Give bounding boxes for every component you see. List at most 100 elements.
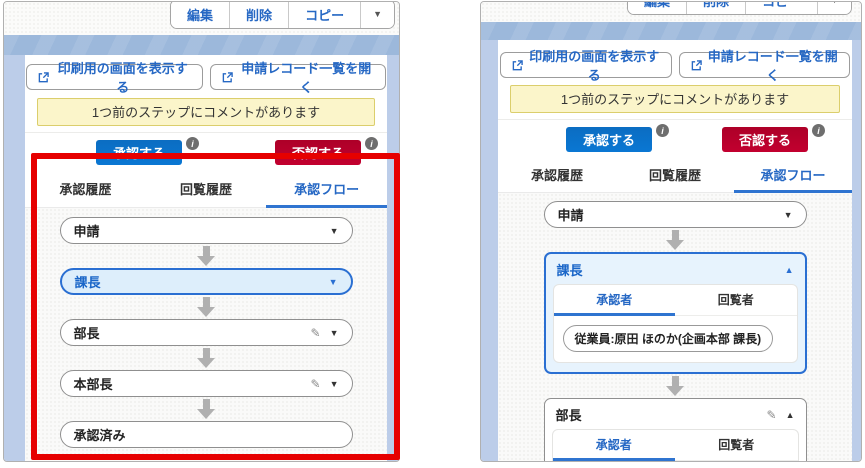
- comment-banner: 1つ前のステップにコメントがあります: [37, 98, 375, 126]
- tab-approvers[interactable]: 承認者: [552, 430, 676, 461]
- caret-up-icon[interactable]: ▲: [785, 265, 794, 275]
- flow-step-label: 部長: [73, 326, 100, 341]
- open-record-list-label: 申請レコード一覧を開く: [241, 61, 372, 95]
- reject-wrap: 否認する i: [722, 124, 826, 152]
- reject-button[interactable]: 否認する: [722, 127, 809, 152]
- print-view-label: 印刷用の画面を表示する: [529, 49, 660, 83]
- print-view-button[interactable]: 印刷用の画面を表示する: [500, 49, 672, 83]
- tab-approval-flow[interactable]: 承認フロー: [266, 171, 387, 208]
- tab-viewers[interactable]: 回覧者: [675, 285, 797, 315]
- flow-arrow-down: [25, 346, 387, 370]
- print-view-button[interactable]: 印刷用の画面を表示する: [26, 61, 203, 95]
- external-link-icon: [691, 59, 702, 70]
- info-icon[interactable]: i: [186, 137, 200, 150]
- pencil-icon[interactable]: ✎: [767, 408, 777, 422]
- step-header[interactable]: 部長 ✎ ▲: [545, 399, 806, 429]
- caret-down-icon: ▼: [830, 2, 839, 5]
- record-content-background: 印刷用の画面を表示する 申請レコード一覧を開く 1つ前のステップにコメントがあり…: [4, 55, 399, 461]
- record-panel-right: 編集 削除 コピー ▼ 印刷用の画面を表示する 申請レコード一覧を開く 1つ前の…: [480, 1, 862, 462]
- edit-button[interactable]: 編集: [628, 2, 687, 14]
- flow-step-section-chief[interactable]: 課長 ▼: [59, 268, 353, 295]
- flow-arrow-down: [25, 295, 387, 319]
- pencil-icon[interactable]: ✎: [311, 326, 321, 340]
- approval-flow-area: 申請 ▼ 課長 ▲ 承認者 回覧者 従業員:原田 ほのか(企画本部 課長) 部長…: [498, 193, 852, 462]
- record-content-background: 印刷用の画面を表示する 申請レコード一覧を開く 1つ前のステップにコメントがあり…: [481, 40, 861, 461]
- history-tabs: 承認履歴 回覧履歴 承認フロー: [25, 171, 387, 208]
- step-detail-card: 承認者 回覧者 従業員:竹下 友里(企画本部) 承認者設定: [551, 429, 799, 462]
- member-row: 従業員:原田 ほのか(企画本部 課長): [554, 316, 797, 362]
- copy-button[interactable]: コピー: [745, 2, 818, 14]
- flow-step-label: 申請: [557, 208, 584, 223]
- edit-button[interactable]: 編集: [171, 2, 230, 28]
- flow-arrow-down: [498, 374, 852, 398]
- external-link-icon: [512, 59, 523, 70]
- record-toolbar-group: 編集 削除 コピー ▼: [627, 2, 852, 15]
- pencil-icon[interactable]: ✎: [311, 377, 321, 391]
- flow-arrow-down: [25, 244, 387, 268]
- open-record-list-button[interactable]: 申請レコード一覧を開く: [209, 61, 386, 95]
- caret-down-icon: ▼: [329, 327, 339, 338]
- flow-step-department-manager[interactable]: 部長 ✎ ▼: [59, 319, 353, 346]
- approve-button[interactable]: 承認する: [566, 127, 653, 152]
- record-panel-left: 編集 削除 コピー ▼ 印刷用の画面を表示する 申請レコード一覧を開く 1つ前の…: [3, 1, 400, 462]
- tab-circulation-history[interactable]: 回覧履歴: [146, 171, 267, 207]
- record-card: 印刷用の画面を表示する 申請レコード一覧を開く 1つ前のステップにコメントがあり…: [498, 40, 852, 461]
- caret-down-icon: ▼: [329, 378, 339, 389]
- workflow-actions-row: 承認する i 否認する i: [25, 133, 387, 171]
- header-band: [481, 22, 861, 40]
- tab-approval-history[interactable]: 承認履歴: [498, 159, 616, 192]
- step-tabs: 承認者 回覧者: [552, 430, 798, 461]
- caret-down-icon: ▼: [328, 276, 338, 287]
- tab-approval-flow[interactable]: 承認フロー: [734, 159, 852, 193]
- info-icon[interactable]: i: [656, 124, 670, 137]
- caret-down-icon: ▼: [783, 209, 793, 220]
- reject-button[interactable]: 否認する: [275, 140, 362, 165]
- approval-flow-area: 申請 ▼ 課長 ▼ 部長 ✎ ▼ 本部長 ✎ ▼ 承認済み: [25, 208, 387, 461]
- step-title: 課長: [556, 263, 583, 278]
- approver-chip: 従業員:原田 ほのか(企画本部 課長): [562, 325, 774, 352]
- member-row: 従業員:竹下 友里(企画本部): [553, 461, 798, 462]
- flow-step-general-manager[interactable]: 本部長 ✎ ▼: [59, 370, 353, 397]
- step-title: 部長: [555, 408, 582, 423]
- flow-step-box-department-manager: 部長 ✎ ▲ 承認者 回覧者 従業員:竹下 友里(企画本部): [543, 398, 807, 462]
- flow-arrow-down: [25, 397, 387, 421]
- flow-step-label: 課長: [74, 275, 101, 290]
- external-link-icon: [38, 71, 49, 82]
- open-record-list-label: 申請レコード一覧を開く: [707, 49, 838, 83]
- flow-step-label: 申請: [73, 224, 100, 239]
- step-header[interactable]: 課長 ▲: [546, 254, 805, 284]
- toolbar-more-button[interactable]: ▼: [360, 2, 394, 28]
- print-view-label: 印刷用の画面を表示する: [57, 61, 188, 95]
- tab-approvers[interactable]: 承認者: [553, 285, 676, 316]
- tab-approval-history[interactable]: 承認履歴: [25, 171, 146, 207]
- flow-step-label: 承認済み: [73, 428, 126, 443]
- copy-button[interactable]: コピー: [288, 2, 361, 28]
- record-actions-row: 印刷用の画面を表示する 申請レコード一覧を開く: [498, 40, 852, 84]
- comment-banner: 1つ前のステップにコメントがあります: [510, 85, 840, 113]
- flow-step-approved: 承認済み: [59, 421, 353, 448]
- approve-wrap: 承認する i: [566, 124, 670, 152]
- header-band: [4, 35, 399, 55]
- reject-wrap: 否認する i: [275, 137, 379, 165]
- workflow-actions-row: 承認する i 否認する i: [498, 120, 852, 159]
- flow-step-application[interactable]: 申請 ▼: [59, 217, 353, 244]
- flow-step-application[interactable]: 申請 ▼: [543, 201, 807, 228]
- approve-button[interactable]: 承認する: [96, 140, 183, 165]
- tab-viewers[interactable]: 回覧者: [675, 430, 798, 460]
- delete-button[interactable]: 削除: [686, 2, 746, 14]
- toolbar-more-button[interactable]: ▼: [817, 2, 851, 14]
- info-icon[interactable]: i: [812, 124, 826, 137]
- tab-circulation-history[interactable]: 回覧履歴: [616, 159, 734, 192]
- record-card: 印刷用の画面を表示する 申請レコード一覧を開く 1つ前のステップにコメントがあり…: [25, 55, 387, 461]
- step-tabs: 承認者 回覧者: [553, 285, 797, 316]
- caret-up-icon[interactable]: ▲: [786, 410, 795, 420]
- open-record-list-button[interactable]: 申請レコード一覧を開く: [678, 49, 850, 83]
- record-toolbar-group: 編集 削除 コピー ▼: [170, 2, 395, 29]
- delete-button[interactable]: 削除: [229, 2, 289, 28]
- caret-down-icon: ▼: [329, 225, 339, 236]
- history-tabs: 承認履歴 回覧履歴 承認フロー: [498, 159, 852, 193]
- toolbar: 編集 削除 コピー ▼: [481, 2, 861, 22]
- approve-wrap: 承認する i: [96, 137, 200, 165]
- external-link-icon: [222, 71, 233, 82]
- info-icon[interactable]: i: [365, 137, 379, 150]
